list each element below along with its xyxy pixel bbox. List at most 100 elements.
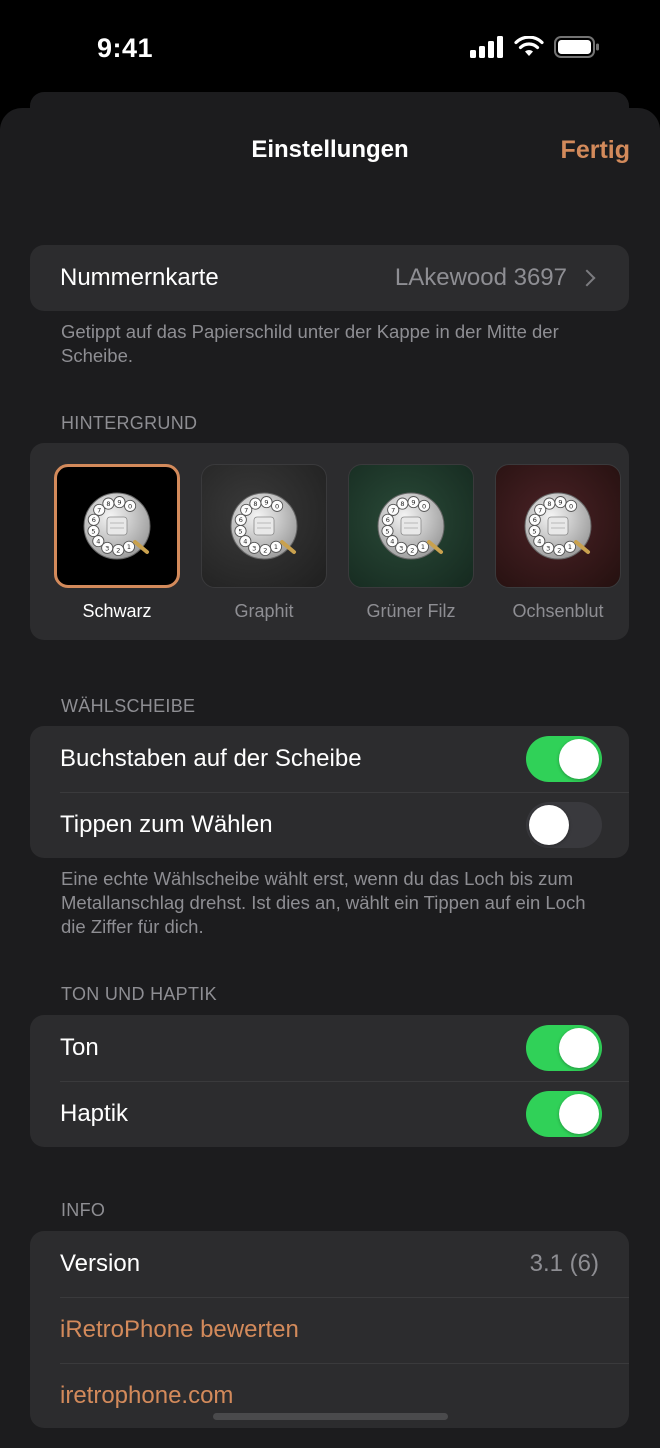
version-row: Version 3.1 (6) <box>30 1231 629 1297</box>
svg-text:4: 4 <box>96 538 100 546</box>
svg-text:5: 5 <box>91 527 95 535</box>
svg-text:0: 0 <box>275 502 279 510</box>
svg-text:9: 9 <box>117 499 121 507</box>
theme-label: Schwarz <box>82 601 152 621</box>
version-label: Version <box>60 1250 141 1277</box>
cellular-signal-icon <box>470 36 503 58</box>
haptics-label: Haptik <box>60 1100 129 1127</box>
sound-group: Ton Haptik <box>30 1015 629 1147</box>
done-button[interactable]: Fertig <box>561 136 630 165</box>
website-link[interactable]: iretrophone.com <box>60 1382 233 1410</box>
number-card-footnote: Getippt auf das Papierschild unter der K… <box>61 321 559 366</box>
tap-to-dial-label: Tippen zum Wählen <box>60 811 273 838</box>
theme-label: Graphit <box>234 601 294 621</box>
svg-text:3: 3 <box>399 544 403 552</box>
theme-schwarz[interactable]: 12345 67890 Schwarz <box>54 464 180 622</box>
rate-app-link[interactable]: iRetroPhone bewerten <box>60 1316 299 1344</box>
svg-text:6: 6 <box>239 516 243 524</box>
tap-to-dial-row: Tippen zum Wählen <box>30 792 629 858</box>
svg-text:8: 8 <box>547 500 551 508</box>
info-group: Version 3.1 (6) iRetroPhone bewerten ire… <box>30 1231 629 1428</box>
wifi-icon <box>514 36 544 56</box>
svg-text:9: 9 <box>264 499 268 507</box>
chevron-right-icon <box>578 269 596 287</box>
svg-text:8: 8 <box>106 500 110 508</box>
rotary-dial-icon: 12345 678 9 0 <box>83 492 151 560</box>
theme-picker: 1234567890 Schwarz 1234567890 Graphit 12… <box>30 443 629 640</box>
svg-text:2: 2 <box>557 546 561 554</box>
svg-text:7: 7 <box>538 506 542 514</box>
theme-gruener-filz[interactable]: 12345 67890 Grüner Filz <box>348 464 474 622</box>
toggle-knob <box>559 1094 599 1134</box>
number-card-row[interactable]: Nummernkarte LAkewood 3697 <box>30 245 629 311</box>
rotary-dial-icon: 12345 678 9 0 <box>524 492 592 560</box>
svg-text:6: 6 <box>92 516 96 524</box>
tone-label: Ton <box>60 1034 99 1061</box>
svg-text:8: 8 <box>400 500 404 508</box>
tone-toggle[interactable] <box>526 1025 602 1071</box>
svg-text:5: 5 <box>238 527 242 535</box>
svg-text:1: 1 <box>127 543 131 551</box>
letters-label: Buchstaben auf der Scheibe <box>60 745 362 772</box>
svg-text:1: 1 <box>421 543 425 551</box>
haptics-row: Haptik <box>30 1081 629 1147</box>
number-card-label: Nummernkarte <box>60 264 219 291</box>
svg-text:3: 3 <box>546 544 550 552</box>
number-card-group: Nummernkarte LAkewood 3697 <box>30 245 629 311</box>
toggle-knob <box>559 739 599 779</box>
dial-header: WÄHLSCHEIBE <box>61 696 196 716</box>
svg-text:3: 3 <box>105 544 109 552</box>
svg-text:5: 5 <box>532 527 536 535</box>
svg-text:0: 0 <box>128 502 132 510</box>
svg-text:3: 3 <box>252 544 256 552</box>
theme-graphit[interactable]: 12345 67890 Graphit <box>201 464 327 622</box>
svg-text:4: 4 <box>390 538 394 546</box>
tone-row: Ton <box>30 1015 629 1081</box>
theme-tile: 12345 67890 <box>54 464 180 588</box>
tap-to-dial-toggle[interactable] <box>526 802 602 848</box>
rate-app-row[interactable]: iRetroPhone bewerten <box>30 1297 629 1363</box>
haptics-toggle[interactable] <box>526 1091 602 1137</box>
svg-text:2: 2 <box>410 546 414 554</box>
status-time: 9:41 <box>97 33 154 63</box>
svg-text:0: 0 <box>569 502 573 510</box>
svg-text:9: 9 <box>411 499 415 507</box>
letters-row: Buchstaben auf der Scheibe <box>30 726 629 792</box>
dial-group: Buchstaben auf der Scheibe Tippen zum Wä… <box>30 726 629 858</box>
svg-text:5: 5 <box>385 527 389 535</box>
svg-text:9: 9 <box>558 499 562 507</box>
svg-text:8: 8 <box>253 500 257 508</box>
theme-label: Ochsenblut <box>512 601 604 621</box>
status-bar: 9:41 <box>0 0 660 95</box>
rotary-dial-icon: 12345 678 9 0 <box>230 492 298 560</box>
toggle-knob <box>559 1028 599 1068</box>
svg-text:0: 0 <box>422 502 426 510</box>
theme-tile: 12345 67890 <box>348 464 474 588</box>
svg-text:2: 2 <box>263 546 267 554</box>
background-header: HINTERGRUND <box>61 413 198 433</box>
svg-text:6: 6 <box>386 516 390 524</box>
svg-text:2: 2 <box>116 546 120 554</box>
svg-text:4: 4 <box>537 538 541 546</box>
theme-ochsenblut[interactable]: 12345 67890 Ochsenblut <box>495 464 621 622</box>
theme-tile: 12345 67890 <box>201 464 327 588</box>
info-header: INFO <box>61 1200 106 1220</box>
number-card-value: LAkewood 3697 <box>394 264 567 291</box>
dial-footnote: Eine echte Wählscheibe wählt erst, wenn … <box>61 868 586 937</box>
svg-text:4: 4 <box>243 538 247 546</box>
status-icons <box>470 36 600 58</box>
svg-text:6: 6 <box>533 516 537 524</box>
svg-text:1: 1 <box>568 543 572 551</box>
svg-text:7: 7 <box>244 506 248 514</box>
svg-text:7: 7 <box>391 506 395 514</box>
svg-text:7: 7 <box>97 506 101 514</box>
home-indicator <box>213 1413 448 1420</box>
theme-label: Grüner Filz <box>366 601 456 621</box>
letters-toggle[interactable] <box>526 736 602 782</box>
svg-text:1: 1 <box>274 543 278 551</box>
sound-header: TON UND HAPTIK <box>61 984 217 1004</box>
battery-icon <box>554 36 599 58</box>
rotary-dial-icon: 12345 678 9 0 <box>377 492 445 560</box>
toggle-knob <box>529 805 569 845</box>
version-value: 3.1 (6) <box>529 1250 599 1277</box>
